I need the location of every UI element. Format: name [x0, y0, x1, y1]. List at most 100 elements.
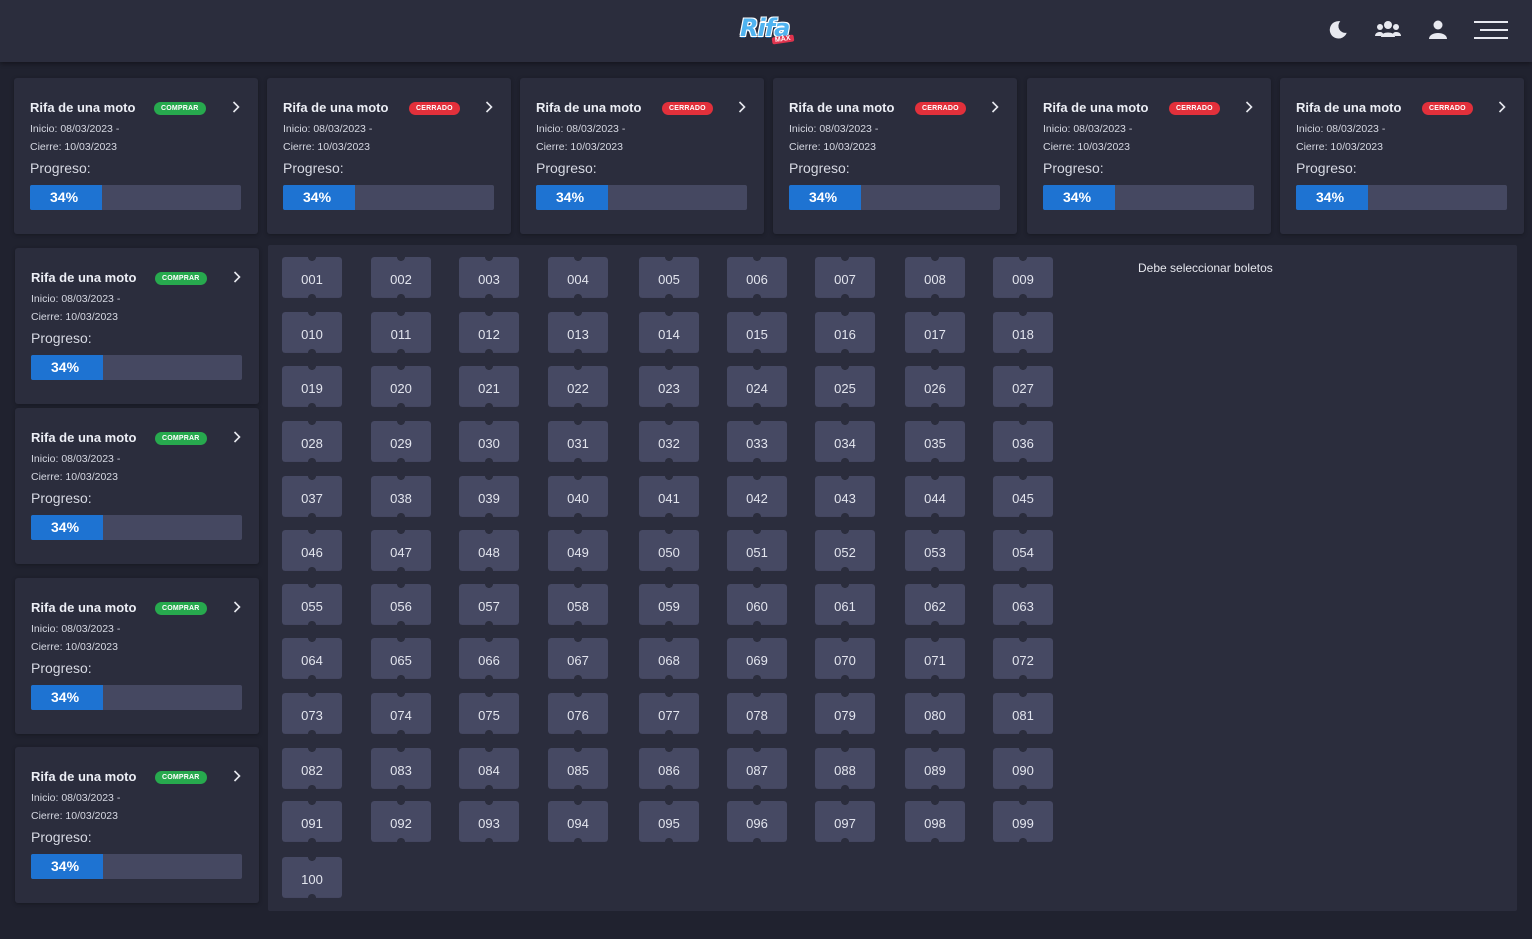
ticket-button[interactable]: 091: [282, 801, 342, 842]
ticket-button[interactable]: 073: [282, 693, 342, 734]
ticket-button[interactable]: 084: [459, 748, 519, 789]
ticket-button[interactable]: 032: [639, 421, 699, 462]
ticket-button[interactable]: 006: [727, 257, 787, 298]
ticket-button[interactable]: 060: [727, 584, 787, 625]
ticket-button[interactable]: 003: [459, 257, 519, 298]
chevron-right-icon[interactable]: [233, 770, 241, 782]
raffle-card[interactable]: Rifa de una moto COMPRAR Inicio: 08/03/2…: [14, 78, 258, 234]
ticket-button[interactable]: 050: [639, 530, 699, 571]
ticket-button[interactable]: 099: [993, 801, 1053, 842]
ticket-button[interactable]: 077: [639, 693, 699, 734]
ticket-button[interactable]: 010: [282, 312, 342, 353]
chevron-right-icon[interactable]: [991, 101, 999, 113]
raffle-card[interactable]: Rifa de una moto CERRADO Inicio: 08/03/2…: [1280, 78, 1524, 234]
ticket-button[interactable]: 066: [459, 638, 519, 679]
status-badge[interactable]: CERRADO: [662, 102, 713, 115]
ticket-button[interactable]: 020: [371, 366, 431, 407]
ticket-button[interactable]: 021: [459, 366, 519, 407]
ticket-button[interactable]: 022: [548, 366, 608, 407]
chevron-right-icon[interactable]: [738, 101, 746, 113]
ticket-button[interactable]: 080: [905, 693, 965, 734]
ticket-button[interactable]: 035: [905, 421, 965, 462]
ticket-button[interactable]: 028: [282, 421, 342, 462]
ticket-button[interactable]: 052: [815, 530, 875, 571]
ticket-button[interactable]: 042: [727, 476, 787, 517]
raffle-card[interactable]: Rifa de una moto CERRADO Inicio: 08/03/2…: [1027, 78, 1271, 234]
ticket-button[interactable]: 041: [639, 476, 699, 517]
rifamax-logo[interactable]: Rifa MAX: [740, 12, 798, 48]
ticket-button[interactable]: 069: [727, 638, 787, 679]
ticket-button[interactable]: 085: [548, 748, 608, 789]
ticket-button[interactable]: 062: [905, 584, 965, 625]
ticket-button[interactable]: 044: [905, 476, 965, 517]
raffle-card[interactable]: Rifa de una moto COMPRAR Inicio: 08/03/2…: [15, 747, 259, 903]
ticket-button[interactable]: 070: [815, 638, 875, 679]
ticket-button[interactable]: 017: [905, 312, 965, 353]
ticket-button[interactable]: 026: [905, 366, 965, 407]
users-icon[interactable]: [1374, 17, 1402, 43]
ticket-button[interactable]: 030: [459, 421, 519, 462]
ticket-button[interactable]: 064: [282, 638, 342, 679]
ticket-button[interactable]: 057: [459, 584, 519, 625]
ticket-button[interactable]: 038: [371, 476, 431, 517]
ticket-button[interactable]: 045: [993, 476, 1053, 517]
ticket-button[interactable]: 054: [993, 530, 1053, 571]
ticket-button[interactable]: 019: [282, 366, 342, 407]
ticket-button[interactable]: 061: [815, 584, 875, 625]
moon-icon[interactable]: [1326, 17, 1350, 43]
chevron-right-icon[interactable]: [485, 101, 493, 113]
chevron-right-icon[interactable]: [1245, 101, 1253, 113]
chevron-right-icon[interactable]: [233, 431, 241, 443]
status-badge[interactable]: COMPRAR: [155, 432, 207, 445]
ticket-button[interactable]: 009: [993, 257, 1053, 298]
ticket-button[interactable]: 093: [459, 801, 519, 842]
ticket-button[interactable]: 065: [371, 638, 431, 679]
ticket-button[interactable]: 098: [905, 801, 965, 842]
raffle-card[interactable]: Rifa de una moto CERRADO Inicio: 08/03/2…: [773, 78, 1017, 234]
ticket-button[interactable]: 043: [815, 476, 875, 517]
ticket-button[interactable]: 075: [459, 693, 519, 734]
ticket-button[interactable]: 095: [639, 801, 699, 842]
ticket-button[interactable]: 094: [548, 801, 608, 842]
ticket-button[interactable]: 063: [993, 584, 1053, 625]
ticket-button[interactable]: 082: [282, 748, 342, 789]
ticket-button[interactable]: 011: [371, 312, 431, 353]
ticket-button[interactable]: 037: [282, 476, 342, 517]
ticket-button[interactable]: 049: [548, 530, 608, 571]
ticket-button[interactable]: 067: [548, 638, 608, 679]
ticket-button[interactable]: 071: [905, 638, 965, 679]
ticket-button[interactable]: 047: [371, 530, 431, 571]
ticket-button[interactable]: 092: [371, 801, 431, 842]
ticket-button[interactable]: 024: [727, 366, 787, 407]
ticket-button[interactable]: 053: [905, 530, 965, 571]
chevron-right-icon[interactable]: [1498, 101, 1506, 113]
status-badge[interactable]: COMPRAR: [154, 102, 206, 115]
ticket-button[interactable]: 048: [459, 530, 519, 571]
user-icon[interactable]: [1428, 17, 1448, 43]
ticket-button[interactable]: 096: [727, 801, 787, 842]
raffle-card[interactable]: Rifa de una moto CERRADO Inicio: 08/03/2…: [267, 78, 511, 234]
status-badge[interactable]: COMPRAR: [155, 272, 207, 285]
ticket-button[interactable]: 068: [639, 638, 699, 679]
ticket-button[interactable]: 078: [727, 693, 787, 734]
ticket-button[interactable]: 083: [371, 748, 431, 789]
ticket-button[interactable]: 013: [548, 312, 608, 353]
ticket-button[interactable]: 031: [548, 421, 608, 462]
ticket-button[interactable]: 023: [639, 366, 699, 407]
chevron-right-icon[interactable]: [233, 601, 241, 613]
status-badge[interactable]: CERRADO: [915, 102, 966, 115]
ticket-button[interactable]: 033: [727, 421, 787, 462]
status-badge[interactable]: CERRADO: [1169, 102, 1220, 115]
ticket-button[interactable]: 051: [727, 530, 787, 571]
menu-icon[interactable]: [1474, 17, 1508, 43]
ticket-button[interactable]: 014: [639, 312, 699, 353]
status-badge[interactable]: COMPRAR: [155, 771, 207, 784]
ticket-button[interactable]: 089: [905, 748, 965, 789]
ticket-button[interactable]: 079: [815, 693, 875, 734]
ticket-button[interactable]: 046: [282, 530, 342, 571]
ticket-button[interactable]: 029: [371, 421, 431, 462]
raffle-card[interactable]: Rifa de una moto COMPRAR Inicio: 08/03/2…: [15, 248, 259, 404]
ticket-button[interactable]: 039: [459, 476, 519, 517]
ticket-button[interactable]: 072: [993, 638, 1053, 679]
ticket-button[interactable]: 034: [815, 421, 875, 462]
